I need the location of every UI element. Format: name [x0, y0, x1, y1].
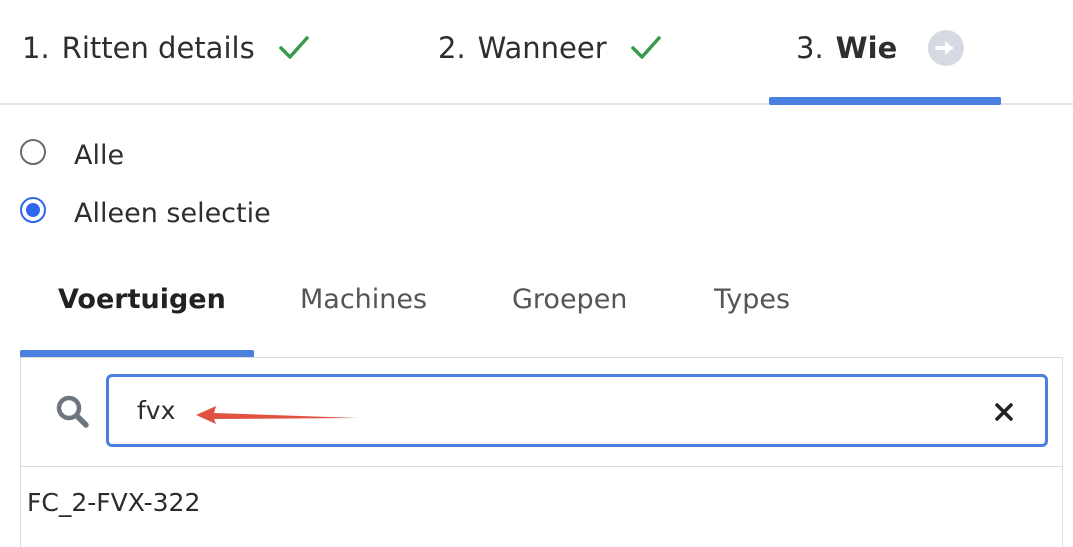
check-icon: [629, 33, 663, 63]
tab-types[interactable]: Types: [714, 284, 790, 315]
step-wizard: 1. Ritten details 2. Wanneer 3. Wie: [0, 0, 1073, 105]
vehicle-name: FC_2-FVX-322: [27, 487, 201, 517]
arrow-right-circle-icon[interactable]: [927, 29, 965, 67]
radio-label: Alleen selectie: [74, 198, 271, 229]
list-item[interactable]: FC_2-FVX-322: [21, 467, 1062, 537]
radio-label: Alle: [74, 140, 125, 171]
step-ritten-details[interactable]: 1. Ritten details: [22, 26, 311, 70]
step-label: Wanneer: [477, 31, 607, 65]
step-number: 2.: [438, 31, 466, 65]
step-number: 1.: [22, 31, 50, 65]
radio-option-alle[interactable]: Alle: [20, 136, 124, 171]
tab-voertuigen[interactable]: Voertuigen: [58, 284, 226, 315]
close-icon[interactable]: [993, 401, 1015, 423]
search-bar: [21, 358, 1062, 467]
check-icon: [277, 33, 311, 63]
selection-tabs: Voertuigen Machines Groepen Types: [20, 270, 1063, 358]
step-number: 3.: [796, 31, 824, 65]
step-label: Ritten details: [61, 31, 255, 65]
step-wanneer[interactable]: 2. Wanneer: [438, 26, 663, 70]
tab-groepen[interactable]: Groepen: [512, 284, 627, 315]
step-wie[interactable]: 3. Wie: [796, 26, 965, 70]
search-input[interactable]: [106, 374, 1048, 447]
step-label: Wie: [835, 31, 898, 65]
search-icon: [55, 394, 89, 428]
radio-button[interactable]: [20, 196, 46, 223]
vehicle-selection-panel: FC_2-FVX-322: [20, 357, 1063, 547]
radio-option-alleen-selectie[interactable]: Alleen selectie: [20, 194, 271, 229]
active-step-indicator: [769, 97, 1001, 105]
tab-machines[interactable]: Machines: [300, 284, 427, 315]
radio-button[interactable]: [20, 138, 46, 165]
